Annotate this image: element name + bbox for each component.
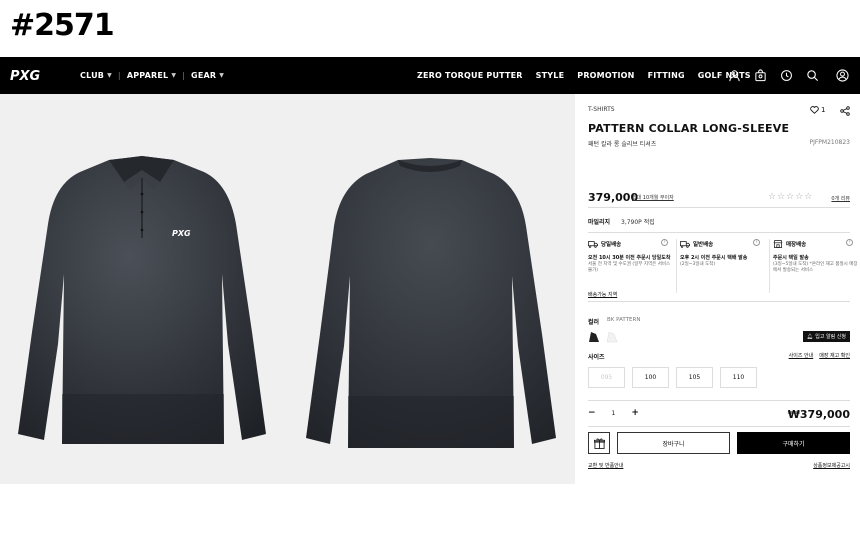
divider [588,426,850,427]
delivery-same-day[interactable]: 당일배송 ? 오전 10시 30분 이전 주문시 당일도착 서울 전 지역 및 … [588,239,674,274]
mileage-value: 3,790P 적립 [621,219,655,226]
product-gallery[interactable]: PXG [0,94,575,484]
info-icon[interactable]: ? [753,239,760,246]
store-stock-link[interactable]: 매장 재고 확인 [819,352,850,359]
store-icon [773,240,783,248]
like-button[interactable]: 1 [810,106,825,114]
product-price: 379,000 [588,191,639,204]
product-image-back[interactable] [302,156,558,452]
shirt-logo: PXG [172,229,191,238]
menu-separator: | [182,71,186,80]
chevron-down-icon: ▼ [107,72,112,79]
secondary-menu: ZERO TORQUE PUTTER STYLE PROMOTION FITTI… [417,57,751,94]
product-subtitle: 패턴 칼라 롱 슬리브 티셔츠 [588,141,657,148]
menu-fitting[interactable]: FITTING [648,71,685,80]
main-menu: CLUB ▼ | APPAREL ▼ | GEAR ▼ [80,57,224,94]
review-count-link[interactable]: 0개 리뷰 [831,195,850,202]
truck-icon [588,240,598,248]
menu-separator: | [117,71,121,80]
delivery-note: (2일~3일내 도착) [680,262,716,267]
color-swatch-white[interactable] [606,331,618,343]
delivery-title: 오후 2시 이전 주문시 택배 발송 [680,255,748,261]
product-info-notice-link[interactable]: 상품정보제공고시 [813,462,850,469]
pxg-logo[interactable]: PXG [10,66,46,84]
size-label: 사이즈 [588,354,605,361]
quantity-value[interactable]: 1 [612,410,616,417]
restock-alert-button[interactable]: 🔔︎ 입고 알림 신청 [802,331,850,342]
menu-zero-torque-putter[interactable]: ZERO TORQUE PUTTER [417,71,523,80]
divider [588,207,850,208]
account-circle-icon[interactable] [836,69,849,82]
rating-stars: ☆☆☆☆☆ [768,192,814,202]
size-links: 사이즈 안내 매장 재고 확인 [789,352,850,359]
delivery-head: 매장배송 [786,242,807,248]
top-navigation-bar: PXG CLUB ▼ | APPAREL ▼ | GEAR ▼ ZERO TORQUE… [0,57,860,94]
color-swatch-black[interactable] [588,331,600,343]
total-price: ₩379,000 [787,408,850,421]
delivery-options: 당일배송 ? 오전 10시 30분 이전 주문시 당일도착 서울 전 지역 및 … [588,232,858,302]
product-code: PJFPM210823 [809,139,850,146]
delivery-title: 오전 10시 30분 이전 주문시 당일도착 [588,255,671,261]
menu-gear-label: GEAR [191,71,217,80]
size-option-100[interactable]: 100 [632,367,669,388]
column-separator [769,239,770,293]
mileage-label: 마일리지 [588,219,611,226]
delivery-head: 당일배송 [601,242,622,248]
history-icon[interactable] [780,69,793,82]
product-page: #2571 PXG CLUB ▼ | APPAREL ▼ | GEAR ▼ ZERO … [0,0,860,540]
truck-icon [680,240,690,248]
product-image-front[interactable]: PXG [14,154,269,450]
delivery-store[interactable]: 매장배송 ? 주문시 택일 발송 (3일~5일내 도착) *온라인 재고 품절시… [773,239,859,274]
add-to-cart-button[interactable]: 장바구니 [617,432,730,454]
size-options: 095 100 105 110 [588,367,757,388]
size-option-105[interactable]: 105 [676,367,713,388]
delivery-note: (3일~5일내 도착) *온라인 재고 품절시 매장에서 발송되는 서비스 [773,262,858,273]
menu-club-label: CLUB [80,71,105,80]
color-label: 컬러 [588,319,600,326]
chevron-down-icon: ▼ [171,72,177,79]
quantity-stepper: − 1 + [588,408,639,418]
share-icon[interactable] [840,106,850,116]
installment-link[interactable]: 최대 10개월 무이자 [632,194,674,201]
product-title: PATTERN COLLAR LONG-SLEEVE [588,122,790,135]
delivery-head: 일반배송 [693,242,714,248]
delivery-standard[interactable]: 일반배송 ? 오후 2시 이전 주문시 택배 발송 (2일~3일내 도착) [680,239,766,268]
logo-text: PXG [10,69,41,84]
delivery-area-link[interactable]: 배송가능 지역 [588,291,617,298]
search-icon[interactable] [806,69,819,82]
delivery-title: 주문시 택일 발송 [773,255,809,261]
exchange-return-link[interactable]: 교환 및 반품안내 [588,462,623,469]
info-icon[interactable]: ? [661,239,668,246]
info-icon[interactable]: ? [846,239,853,246]
column-separator [676,239,677,293]
product-category[interactable]: T-SHIRTS [588,106,615,113]
menu-apparel-label: APPAREL [126,71,169,80]
gift-button[interactable] [588,432,610,454]
size-guide-link[interactable]: 사이즈 안내 [789,352,814,359]
bell-icon: 🔔︎ [806,333,814,340]
divider [588,400,850,401]
size-option-095[interactable]: 095 [588,367,625,388]
utility-icons [728,57,819,94]
quantity-increase-button[interactable]: + [631,408,639,418]
gift-icon [593,438,605,449]
user-icon[interactable] [728,69,741,82]
quantity-decrease-button[interactable]: − [588,408,596,418]
restock-label: 입고 알림 신청 [815,334,846,340]
like-count: 1 [821,106,826,114]
menu-promotion[interactable]: PROMOTION [577,71,634,80]
post-number: #2571 [10,8,115,43]
heart-icon [810,106,819,114]
menu-club[interactable]: CLUB ▼ [80,71,112,80]
menu-gear[interactable]: GEAR ▼ [191,71,224,80]
menu-style[interactable]: STYLE [536,71,565,80]
buy-now-button[interactable]: 구매하기 [737,432,850,454]
chevron-down-icon: ▼ [219,72,225,79]
bag-icon[interactable] [754,69,767,82]
size-option-110[interactable]: 110 [720,367,757,388]
menu-apparel[interactable]: APPAREL ▼ [127,71,176,80]
color-value: BK PATTERN [607,317,641,323]
delivery-note: 서울 전 지역 및 수도권 (일부 지역은 서비스 불가) [588,262,671,273]
